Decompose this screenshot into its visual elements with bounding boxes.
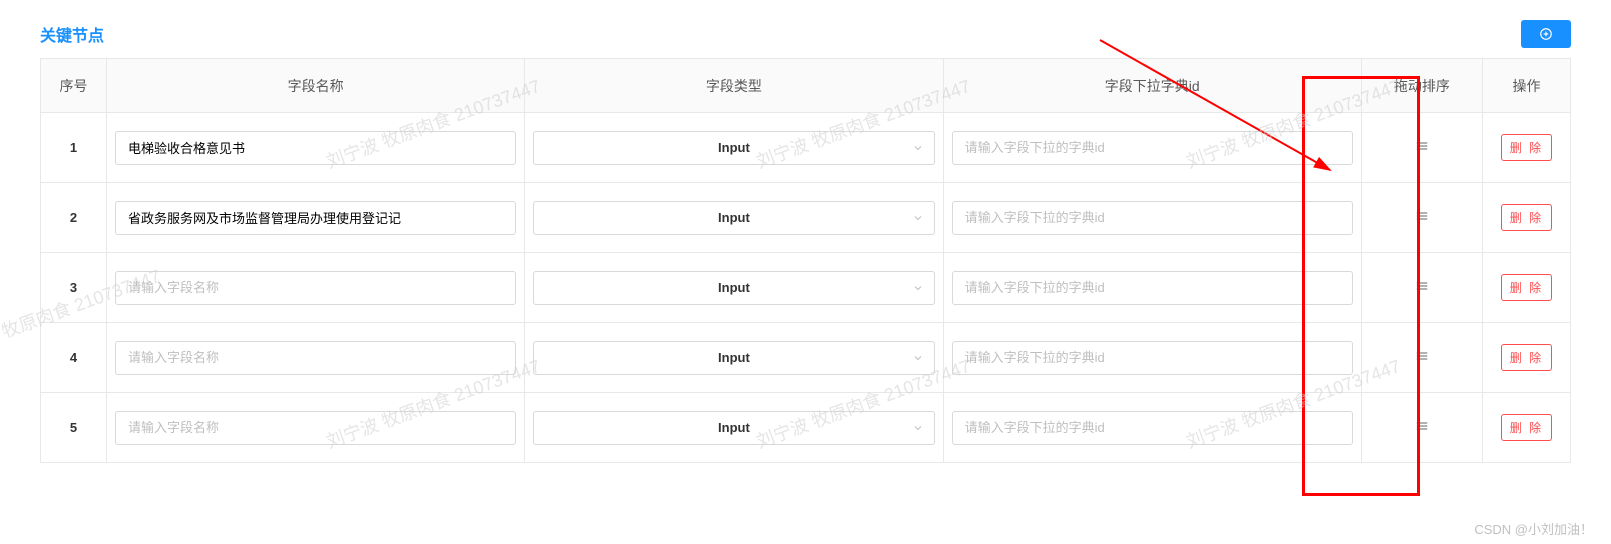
footer-watermark: CSDN @小刘加油！ xyxy=(1474,519,1593,538)
delete-button[interactable]: 删 除 xyxy=(1501,414,1552,441)
field-name-input[interactable] xyxy=(115,131,516,165)
field-type-select[interactable]: Input xyxy=(533,271,934,305)
field-type-value: Input xyxy=(546,140,921,155)
col-header-drag-sort: 拖动排序 xyxy=(1361,59,1482,113)
table-row: 1 Input 删 除 xyxy=(41,113,1571,183)
drag-handle-icon[interactable] xyxy=(1413,277,1431,295)
drag-handle-icon[interactable] xyxy=(1413,347,1431,365)
field-type-select[interactable]: Input xyxy=(533,341,934,375)
field-name-input[interactable] xyxy=(115,201,516,235)
field-name-input[interactable] xyxy=(115,271,516,305)
row-index: 1 xyxy=(41,113,107,183)
field-name-input[interactable] xyxy=(115,341,516,375)
field-type-value: Input xyxy=(546,350,921,365)
col-header-field-type: 字段类型 xyxy=(525,59,943,113)
delete-button[interactable]: 删 除 xyxy=(1501,134,1552,161)
section-title: 关键节点 xyxy=(40,22,104,46)
row-index: 3 xyxy=(41,253,107,323)
delete-button[interactable]: 删 除 xyxy=(1501,204,1552,231)
row-index: 4 xyxy=(41,323,107,393)
drag-handle-icon[interactable] xyxy=(1413,417,1431,435)
dict-id-input[interactable] xyxy=(952,131,1353,165)
field-type-value: Input xyxy=(546,210,921,225)
add-button[interactable] xyxy=(1521,20,1571,48)
table-row: 3 Input 删 除 xyxy=(41,253,1571,323)
row-index: 2 xyxy=(41,183,107,253)
table-row: 5 Input 删 除 xyxy=(41,393,1571,463)
dict-id-input[interactable] xyxy=(952,341,1353,375)
field-type-select[interactable]: Input xyxy=(533,201,934,235)
col-header-dict-id: 字段下拉字典id xyxy=(943,59,1361,113)
col-header-field-name: 字段名称 xyxy=(107,59,525,113)
field-name-input[interactable] xyxy=(115,411,516,445)
field-type-value: Input xyxy=(546,420,921,435)
dict-id-input[interactable] xyxy=(952,411,1353,445)
drag-handle-icon[interactable] xyxy=(1413,207,1431,225)
dict-id-input[interactable] xyxy=(952,201,1353,235)
table-row: 2 Input 删 除 xyxy=(41,183,1571,253)
field-type-value: Input xyxy=(546,280,921,295)
field-type-select[interactable]: Input xyxy=(533,411,934,445)
dict-id-input[interactable] xyxy=(952,271,1353,305)
col-header-operation: 操作 xyxy=(1482,59,1570,113)
delete-button[interactable]: 删 除 xyxy=(1501,274,1552,301)
row-index: 5 xyxy=(41,393,107,463)
delete-button[interactable]: 删 除 xyxy=(1501,344,1552,371)
table-row: 4 Input 删 除 xyxy=(41,323,1571,393)
fields-table: 序号 字段名称 字段类型 字段下拉字典id 拖动排序 操作 1Input删 除2… xyxy=(40,58,1571,463)
col-header-index: 序号 xyxy=(41,59,107,113)
drag-handle-icon[interactable] xyxy=(1413,137,1431,155)
field-type-select[interactable]: Input xyxy=(533,131,934,165)
